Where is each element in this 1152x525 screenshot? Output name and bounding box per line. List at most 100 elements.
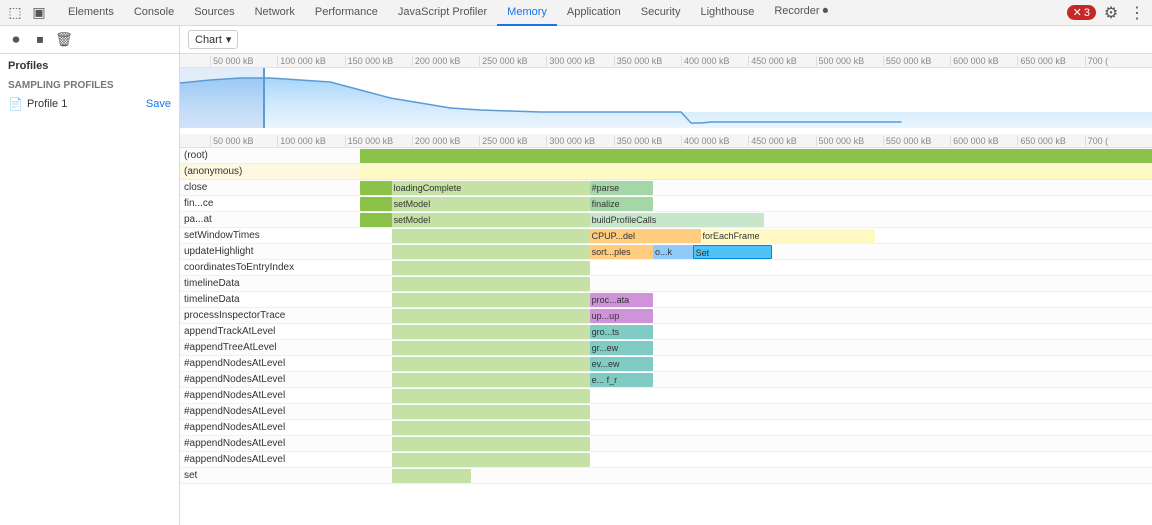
main-mark-600k: 600 000 kB [950,136,1017,146]
ruler-mark-100k: 100 000 kB [277,56,344,66]
flame-block[interactable] [360,181,392,195]
tab-application[interactable]: Application [557,0,631,26]
flame-block-foreachframe[interactable]: forEachFrame [701,229,875,243]
flame-block[interactable] [392,373,590,387]
flame-block-upup[interactable]: up...up [590,309,653,323]
row-label-coordtoentry: coordinatesToEntryIndex [180,262,360,273]
chart-select[interactable]: Chart ▾ [188,30,238,49]
flame-block-grots[interactable]: gro...ts [590,325,653,339]
flame-block-buildprofilecalls[interactable]: buildProfileCalls [590,213,764,227]
flame-row-appendnodesatlevel4[interactable]: #appendNodesAtLevel [180,404,1152,420]
flame-row-setwindowtimes[interactable]: setWindowTimes CPUP...del forEachFrame [180,228,1152,244]
flame-row-timelinedata2[interactable]: timelineData proc...ata [180,292,1152,308]
flame-block-efr[interactable]: e... f_r [590,373,653,387]
flame-row-timelinedata1[interactable]: timelineData [180,276,1152,292]
record-button[interactable]: ⏺ [6,30,26,50]
row-cells-appendnodesatlevel3 [360,388,1152,403]
tab-console[interactable]: Console [124,0,184,26]
tab-memory[interactable]: Memory [497,0,557,26]
row-label-timelinedata2: timelineData [180,294,360,305]
row-cells-updatehighlight: sort...ples o...k Set [360,244,1152,259]
flame-block[interactable] [360,213,392,227]
flame-block-set-selected[interactable]: Set [693,245,772,259]
trash-button[interactable]: 🗑 [54,30,74,50]
tab-lighthouse[interactable]: Lighthouse [690,0,764,26]
flame-row-appendtreeatlevel[interactable]: #appendTreeAtLevel gr...ew [180,340,1152,356]
flame-block[interactable] [392,389,590,403]
flame-block-set[interactable] [392,469,471,483]
flame-block-finalize[interactable]: finalize [590,197,653,211]
timeline-chart-area[interactable] [180,68,1152,128]
tab-performance[interactable]: Performance [305,0,388,26]
flame-row-close[interactable]: close loadingComplete #parse [180,180,1152,196]
tab-sources[interactable]: Sources [184,0,244,26]
flame-block[interactable] [392,437,590,451]
main-mark-250k: 250 000 kB [479,136,546,146]
settings-icon[interactable]: ⚙ [1100,2,1122,24]
ruler-mark-400k: 400 000 kB [681,56,748,66]
flame-block[interactable] [392,341,590,355]
flame-block[interactable] [392,357,590,371]
flame-block[interactable] [392,405,590,419]
profile-1-item[interactable]: 📄 Profile 1 Save [0,93,179,115]
flame-block[interactable] [360,165,1152,179]
flame-block[interactable] [360,197,392,211]
inspect-icon[interactable]: ⬚ [4,2,26,24]
flame-block[interactable] [360,149,1152,163]
flame-block-parse[interactable]: #parse [590,181,653,195]
row-label-appendnodesatlevel5: #appendNodesAtLevel [180,422,360,433]
row-cells-appendnodesatlevel5 [360,420,1152,435]
stop-button[interactable]: ⏹ [30,30,50,50]
flame-row-appendnodesatlevel2[interactable]: #appendNodesAtLevel e... f_r [180,372,1152,388]
flame-block-loadingcomplete[interactable]: loadingComplete [392,181,590,195]
flame-block[interactable] [392,229,590,243]
flame-block-procata[interactable]: proc...ata [590,293,653,307]
flame-row-appendnodesatlevel3[interactable]: #appendNodesAtLevel [180,388,1152,404]
flame-row-appendnodesatlevel7[interactable]: #appendNodesAtLevel [180,452,1152,468]
flame-block[interactable] [392,277,590,291]
flame-rows-container[interactable]: (root) (anonymous) close [180,148,1152,525]
flame-block[interactable] [392,261,590,275]
flame-row-updatehighlight[interactable]: updateHighlight sort...ples o...k Set [180,244,1152,260]
tab-recorder[interactable]: Recorder ⏺ [764,0,838,26]
flame-block-sortples[interactable]: sort...ples [590,245,653,259]
flame-block[interactable] [392,309,590,323]
save-link[interactable]: Save [146,98,171,110]
more-icon[interactable]: ⋮ [1126,2,1148,24]
flame-row-set[interactable]: set [180,468,1152,484]
flame-row-appendtrackaatlevel[interactable]: appendTrackAtLevel gro...ts [180,324,1152,340]
flame-row-fince[interactable]: fin...ce setModel finalize [180,196,1152,212]
flame-row-appendnodesatlevel5[interactable]: #appendNodesAtLevel [180,420,1152,436]
flame-row-paat[interactable]: pa...at setModel buildProfileCalls [180,212,1152,228]
content-area: Chart ▾ 50 000 kB 100 000 kB 150 000 kB … [180,26,1152,525]
flame-block-setmodel2[interactable]: setModel [392,213,590,227]
flame-row-processinspectortrace[interactable]: processInspectorTrace up...up [180,308,1152,324]
flame-row-appendnodesatlevel1[interactable]: #appendNodesAtLevel ev...ew [180,356,1152,372]
flame-row-appendnodesatlevel6[interactable]: #appendNodesAtLevel [180,436,1152,452]
main-mark-450k: 450 000 kB [748,136,815,146]
flame-block-evew[interactable]: ev...ew [590,357,653,371]
flame-row-anonymous[interactable]: (anonymous) [180,164,1152,180]
flame-block[interactable] [392,453,590,467]
main-mark-300k: 300 000 kB [546,136,613,146]
flame-block-cpupdel[interactable]: CPUP...del [590,229,701,243]
flame-block-ok[interactable]: o...k [653,245,693,259]
tab-js-profiler[interactable]: JavaScript Profiler [388,0,497,26]
flame-row-root[interactable]: (root) [180,148,1152,164]
ruler-mark-50k: 50 000 kB [210,56,277,66]
timeline-overview[interactable]: 50 000 kB 100 000 kB 150 000 kB 200 000 … [180,54,1152,134]
tab-network[interactable]: Network [245,0,305,26]
tab-security[interactable]: Security [631,0,691,26]
tab-elements[interactable]: Elements [58,0,124,26]
ruler-mark-700: 700 ( [1085,56,1152,66]
flame-block[interactable] [392,245,590,259]
flame-block-setmodel1[interactable]: setModel [392,197,590,211]
flame-row-coordtoentry[interactable]: coordinatesToEntryIndex [180,260,1152,276]
flame-block[interactable] [392,293,590,307]
row-cells-fince: setModel finalize [360,196,1152,211]
device-icon[interactable]: ▣ [28,2,50,24]
error-badge[interactable]: ✕ 3 [1067,5,1096,20]
flame-block[interactable] [392,421,590,435]
flame-block-grew[interactable]: gr...ew [590,341,653,355]
flame-block[interactable] [392,325,590,339]
